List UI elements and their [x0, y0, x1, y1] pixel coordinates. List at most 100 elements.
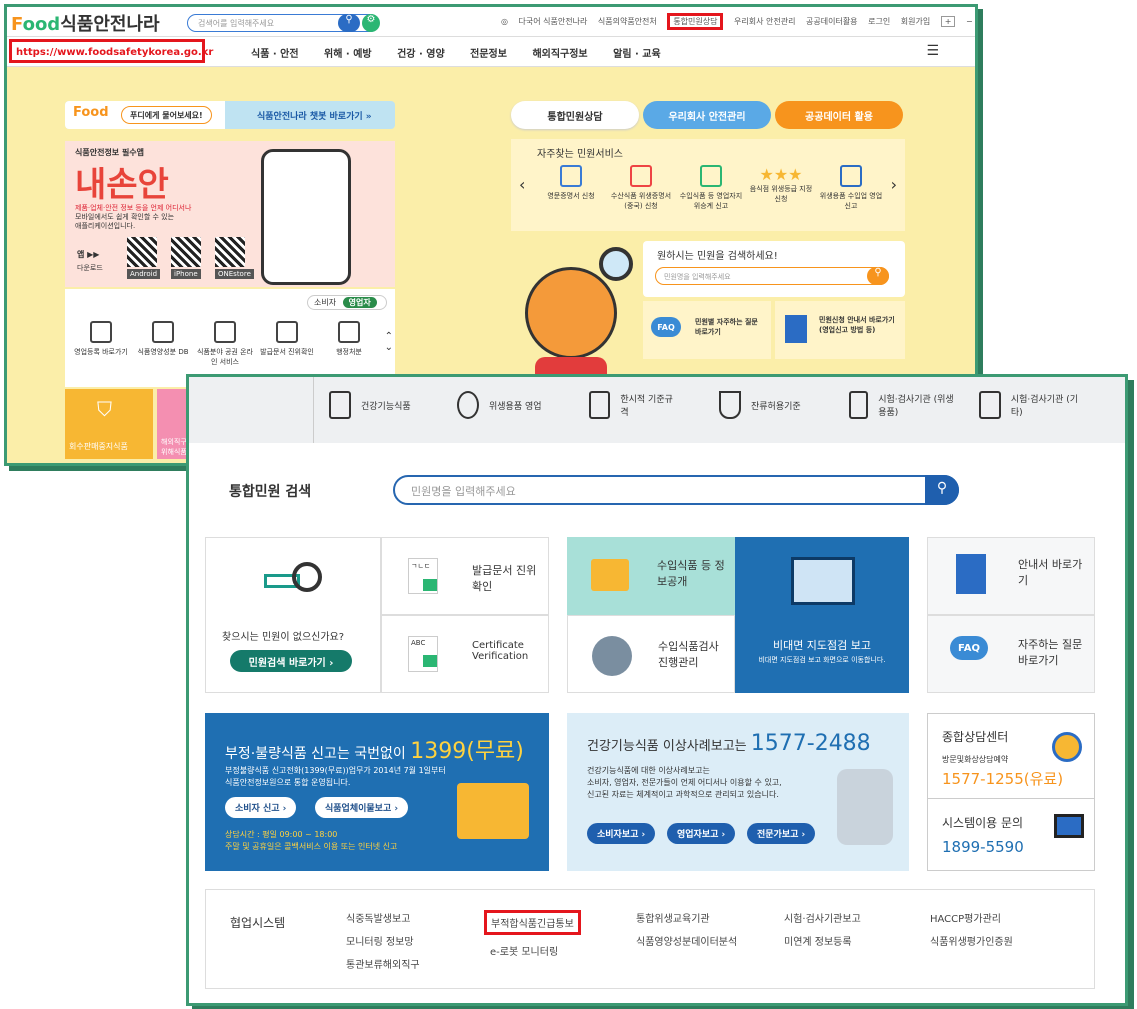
faq-tile[interactable]: FAQ 자주하는 질문 바로가기 [927, 615, 1095, 693]
report-1399-number: 1399(무료) [410, 739, 524, 764]
abc-icon-text: ABC [411, 639, 426, 647]
app-promo[interactable]: 식품안전정보 필수앱 내손안 제품·업체·안전 정보 등을 언제 어디서나 모바… [65, 141, 395, 287]
collab-title: 협업시스템 [230, 916, 286, 930]
user-type-toggle[interactable]: 소비자 영업자 [307, 295, 387, 310]
report-1399-panel: 부정·불량식품 신고는 국번없이 1399(무료) 부정불량식품 신고전화(13… [205, 713, 549, 871]
tab-public-data[interactable]: 공공데이터 활용 [775, 101, 903, 129]
tab-company-safety[interactable]: 우리회사 안전관리 [643, 101, 771, 129]
top-search-input[interactable]: 검색어를 입력해주세요 ⚲ ⚙ [187, 14, 380, 32]
collab-link[interactable]: 미연계 정보등록 [784, 933, 861, 948]
import-inspect-tile[interactable]: 수입식품검사 진행관리 [567, 615, 735, 693]
biz-item-register[interactable]: 영업등록 바로가기 [73, 321, 129, 357]
link-integrated-civil[interactable]: 통합민원상담 [667, 13, 724, 30]
import-info-tile[interactable]: 수입식품 등 정보공개 [567, 537, 735, 615]
collab-link[interactable]: 모니터링 정보망 [346, 933, 420, 948]
svc-sanitary[interactable]: 위생용품 영업 [457, 391, 542, 419]
zoom-out-button[interactable]: − [966, 17, 973, 26]
collab-link[interactable]: 통합위생교육기관 [636, 910, 737, 925]
store-onestore[interactable]: ONEstore [215, 269, 254, 279]
nav-overseas[interactable]: 해외직구정보 [532, 49, 587, 60]
biz-item-nutrition[interactable]: 식품영양성분 DB [135, 321, 191, 357]
nav-food-safety[interactable]: 식품 · 안전 [251, 49, 299, 60]
scroll-arrows-icon[interactable]: ⌃ ⌄ [385, 331, 393, 353]
report-hours1: 상담시간 : 평일 09:00 ~ 18:00 [225, 830, 338, 839]
company-report-button[interactable]: 식품업체이물보고 › [315, 797, 409, 818]
store-iphone[interactable]: iPhone [171, 269, 201, 279]
freq-item[interactable]: 수입식품 등 영업자지위승계 신고 [677, 165, 745, 211]
search-icon[interactable]: ⚲ [867, 267, 889, 285]
collab-link[interactable]: 식품영양성분데이터분석 [636, 933, 737, 948]
search-icon[interactable]: ⚲ [925, 475, 959, 505]
nav-hazard[interactable]: 위해 · 예방 [324, 49, 372, 60]
svc-label: 잔류허용기준 [751, 401, 801, 412]
guide-card[interactable]: 민원신청 안내서 바로가기 (영업신고 방법 등) [775, 301, 905, 359]
guide-tile[interactable]: 안내서 바로가기 [927, 537, 1095, 615]
next-arrow-icon[interactable]: › [891, 175, 897, 194]
collab-link[interactable]: HACCP평가관리 [930, 910, 1013, 925]
guide-label: 안내서 바로가기 [1018, 558, 1083, 587]
svc-lab-other[interactable]: 시험·검사기관 (기타) [979, 391, 1089, 419]
civil-search-input[interactable]: 민원명을 입력해주세요 ⚲ [655, 267, 889, 285]
toggle-consumer[interactable]: 소비자 [314, 298, 336, 307]
pill-bottle-icon [837, 769, 893, 845]
collab-link-highlighted[interactable]: 부적합식품긴급통보 [484, 910, 581, 935]
collab-link[interactable]: 시험·검사기관보고 [784, 910, 861, 925]
biz-item-online[interactable]: 식품분야 공권 온라인 서비스 [197, 321, 253, 367]
freq-item[interactable]: 영문증명서 신청 [537, 165, 605, 201]
menu-icon[interactable]: ☰ [926, 43, 939, 59]
collab-link[interactable]: 식품위생평가인증원 [930, 933, 1013, 948]
collab-link[interactable]: e-로봇 모니터링 [490, 943, 581, 958]
svc-health-food[interactable]: 건강기능식품 [329, 391, 411, 419]
svc-residue[interactable]: 잔류허용기준 [719, 391, 801, 419]
civil-search-shortcut-button[interactable]: 민원검색 바로가기 › [230, 650, 352, 672]
site-logo[interactable]: Food식품안전나라 [11, 10, 160, 36]
link-signup[interactable]: 회원가입 [901, 17, 930, 26]
link-multilang[interactable]: 다국어 식품안전나라 [519, 17, 588, 26]
recall-tile[interactable]: ⛉ 회수판매중지식품 [65, 389, 153, 459]
certificate-tile[interactable]: ABC Certificate Verification [381, 615, 549, 693]
expert-1577-button[interactable]: 전문가보고 › [747, 823, 816, 844]
zoom-in-button[interactable]: + [940, 16, 956, 27]
nav-expert[interactable]: 전문정보 [470, 49, 507, 60]
chatbot-ask: 푸디에게 물어보세요! [121, 106, 212, 124]
collab-link[interactable]: 식중독발생보고 [346, 910, 420, 925]
flask-icon [719, 391, 741, 419]
nav-health[interactable]: 건강 · 영양 [397, 49, 445, 60]
svc-lab-sanitary[interactable]: 시험·검사기관 (위생용품) [849, 391, 959, 419]
freq-item[interactable]: 위생용품 수입업 영업신고 [817, 165, 885, 211]
link-mfds[interactable]: 식품의약품안전처 [598, 17, 657, 26]
biz-item-sanction[interactable]: 행정처분 [321, 321, 377, 357]
toggle-business[interactable]: 영업자 [342, 297, 377, 308]
link-company-safety[interactable]: 우리회사 안전관리 [734, 17, 795, 26]
integrated-search-input[interactable]: 민원명을 입력해주세요 ⚲ [393, 475, 959, 505]
prev-arrow-icon[interactable]: ‹ [519, 175, 525, 194]
freq-item[interactable]: 수산식품 위생증명서 (중국) 신청 [607, 165, 675, 211]
freq-item[interactable]: ★★★ 음식점 위생등급 지정신청 [747, 165, 815, 204]
remote-inspection-tile[interactable]: 비대면 지도점검 보고 비대면 지도점검 보고 화면으로 이동합니다. [735, 537, 909, 693]
phone-mockup-icon [261, 149, 351, 285]
consumer-report-button[interactable]: 소비자 신고 › [225, 797, 297, 818]
collab-link[interactable]: 통관보류해외직구 [346, 956, 420, 971]
tab-integrated-civil[interactable]: 통합민원상담 [511, 101, 639, 129]
gear-icon[interactable]: ⚙ [362, 14, 380, 32]
sys-title: 시스템이용 문의 [942, 816, 1024, 830]
search-icon[interactable]: ⚲ [338, 14, 360, 32]
chatbot-shortcut[interactable]: 식품안전나라 챗봇 바로가기 » [257, 109, 372, 122]
import-icon [840, 165, 862, 187]
consumer-1577-button[interactable]: 소비자보고 › [587, 823, 656, 844]
biz-item-verify[interactable]: 발급문서 진위확인 [259, 321, 315, 357]
business-1577-button[interactable]: 영업자보고 › [667, 823, 736, 844]
nav-notice[interactable]: 알림 · 교육 [613, 49, 661, 60]
center-title: 종합상담센터 [942, 730, 1009, 744]
link-login[interactable]: 로그인 [868, 17, 890, 26]
svc-temporary[interactable]: 한시적 기준규격 [589, 391, 679, 419]
link-public-data[interactable]: 공공데이터활용 [806, 17, 858, 26]
store-android[interactable]: Android [127, 269, 161, 279]
faq-card[interactable]: FAQ 민원별 자주하는 질문 바로가기 [643, 301, 771, 359]
computer-click-icon [457, 783, 529, 839]
svc-label: 시험·검사기관 (기타) [1010, 395, 1079, 418]
doc-verify-tile[interactable]: ㄱㄴㄷ 발급문서 진위확인 [381, 537, 549, 615]
report-hours2: 주말 및 공휴일은 콜백서비스 이용 또는 인터넷 신고 [225, 842, 398, 851]
recall-label: 회수판매중지식품 [69, 442, 128, 451]
chatbot-bar[interactable]: Food 푸디에게 물어보세요! 식품안전나라 챗봇 바로가기 » [65, 101, 395, 129]
